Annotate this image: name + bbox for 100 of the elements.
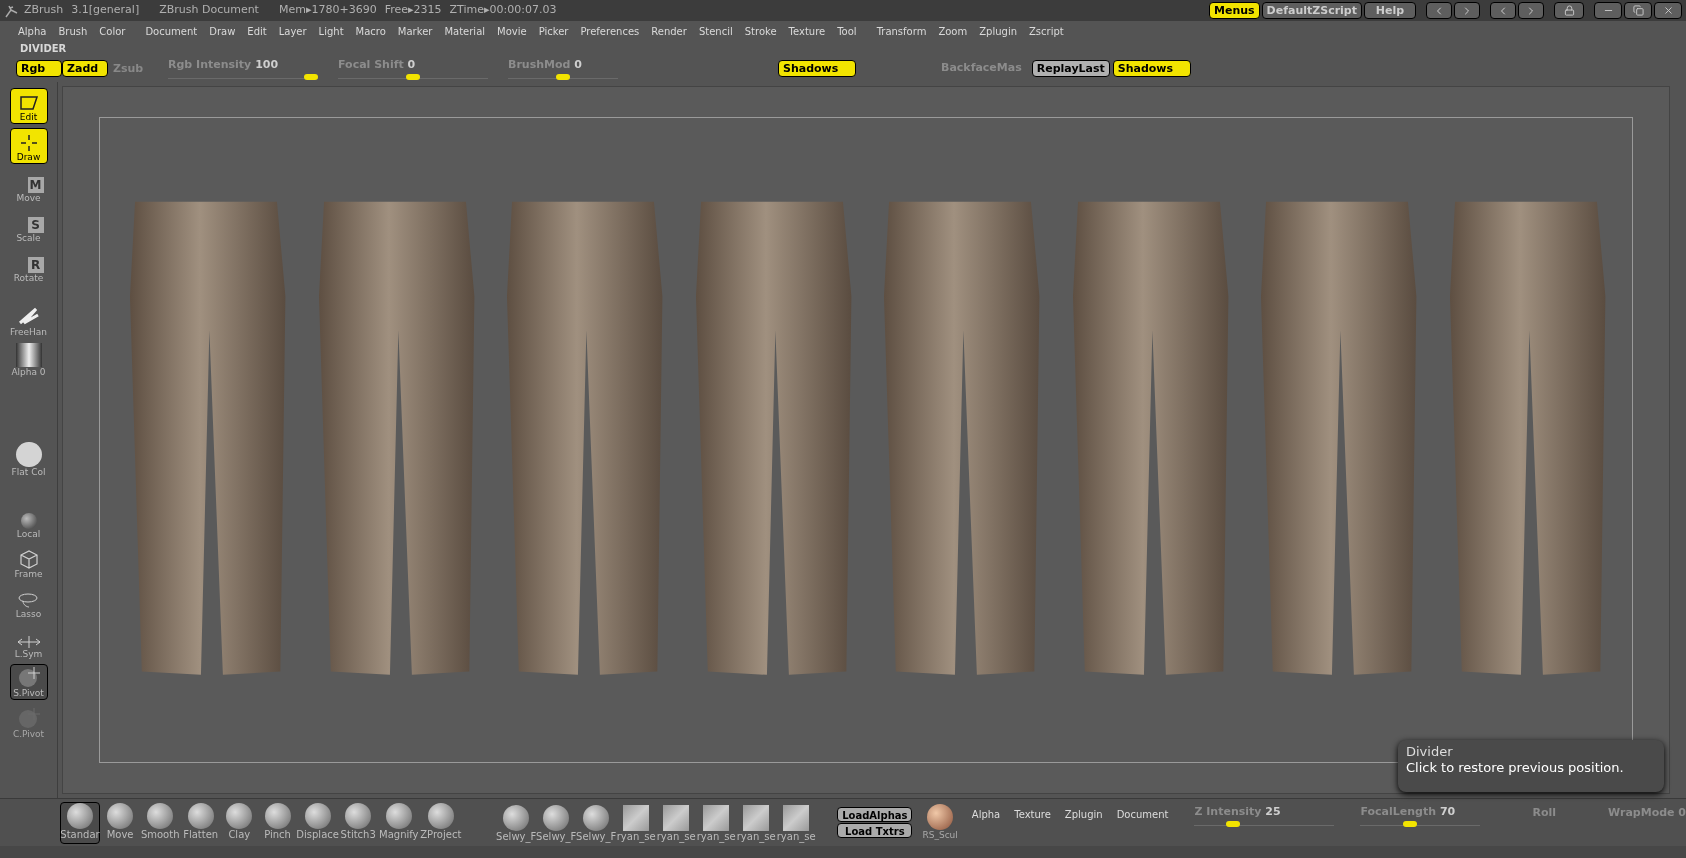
menu-item[interactable]: Render: [651, 23, 687, 39]
alpha-thumbnail[interactable]: ryan_se: [617, 802, 656, 843]
menu-item[interactable]: Preferences: [580, 23, 640, 39]
crosshair-icon: [18, 134, 39, 152]
menu-item[interactable]: Layer: [278, 23, 307, 39]
menu-item[interactable]: Zscript: [1029, 23, 1064, 39]
tray-menu-item[interactable]: Alpha: [971, 807, 1001, 822]
app-name: ZBrush: [24, 2, 64, 19]
brush-thumbnail[interactable]: Displace: [297, 801, 338, 844]
tool-button[interactable]: Lasso: [9, 584, 48, 620]
brush-thumbnail[interactable]: Move: [102, 801, 139, 844]
scroll-right-button[interactable]: [1454, 2, 1480, 19]
alpha-gradient-icon: [15, 343, 42, 367]
divider-label: DIVIDER: [19, 42, 68, 56]
alpha-thumbnail[interactable]: Selwy_F: [497, 802, 536, 843]
slider-track[interactable]: [338, 71, 488, 79]
ztime-text: ZTime▸00:00:07.03: [449, 2, 557, 19]
title-bar-button[interactable]: DefaultZScript: [1261, 2, 1362, 19]
menu-item[interactable]: Stroke: [744, 23, 777, 39]
tool-button[interactable]: M Move: [9, 168, 48, 204]
slider-thumb[interactable]: [406, 73, 420, 80]
toggle-button[interactable]: Zadd: [62, 59, 108, 77]
restore-button[interactable]: [1624, 2, 1652, 19]
brush-thumbnail[interactable]: Magnify: [378, 801, 419, 844]
menu-item[interactable]: Transform: [876, 23, 927, 39]
tray-menu-item[interactable]: Zplugin: [1064, 807, 1103, 822]
tray-menu-item[interactable]: Texture: [1014, 807, 1051, 822]
letter-icon: S: [27, 217, 44, 233]
brush-thumbnail[interactable]: Clay: [221, 801, 258, 844]
tool-button[interactable]: FreeHan: [9, 302, 48, 338]
menu-item[interactable]: Brush: [58, 23, 88, 39]
menu-item[interactable]: Zoom: [938, 23, 968, 39]
tool-button[interactable]: S.Pivot: [9, 664, 48, 700]
lock-icon: [1563, 5, 1575, 16]
menu-item[interactable]: Movie: [497, 23, 527, 39]
shadows-button[interactable]: Shadows: [778, 59, 856, 77]
alpha-thumbnail[interactable]: ryan_se: [777, 802, 816, 843]
brush-thumbnail[interactable]: Smooth: [140, 801, 181, 844]
tool-button[interactable]: Edit: [9, 88, 48, 124]
tool-button[interactable]: Draw: [9, 128, 48, 164]
menu-item[interactable]: Tool: [837, 23, 857, 39]
cube-icon: [17, 549, 40, 569]
brush-thumbnail[interactable]: ZProject: [420, 801, 461, 844]
menu-item[interactable]: Stencil: [698, 23, 733, 39]
alpha-thumbnail[interactable]: ryan_se: [697, 802, 736, 843]
scroll-left-button[interactable]: [1426, 2, 1452, 19]
slider-thumb[interactable]: [1225, 821, 1240, 827]
tool-button[interactable]: Frame: [9, 544, 48, 580]
tool-button[interactable]: Flat Col: [9, 442, 48, 478]
shadows-button[interactable]: Shadows: [1112, 59, 1191, 77]
alpha-thumbnail[interactable]: Selwy_F: [577, 802, 616, 843]
tool-button[interactable]: L.Sym: [9, 624, 48, 660]
title-bar-button[interactable]: Menus: [1208, 2, 1260, 19]
tool-button[interactable]: Local: [9, 504, 48, 540]
brush-thumbnail[interactable]: Stitch3: [339, 801, 377, 844]
menu-item[interactable]: Light: [318, 23, 344, 39]
alpha-thumbnail[interactable]: ryan_se: [737, 802, 776, 843]
letter-icon: M: [27, 177, 44, 193]
slider-label: Rgb Intensity 100: [168, 57, 280, 71]
toggle-button[interactable]: Rgb: [16, 59, 62, 77]
slider-track[interactable]: [1360, 819, 1481, 826]
slider-thumb[interactable]: [1402, 821, 1417, 827]
letter-icon: R: [27, 257, 44, 273]
menu-item[interactable]: Zplugin: [979, 23, 1017, 39]
menu-item[interactable]: Draw: [209, 23, 236, 39]
menu-item[interactable]: Edit: [247, 23, 267, 39]
tool-button[interactable]: R Rotate: [9, 248, 48, 284]
menu-item[interactable]: Picker: [538, 23, 569, 39]
document-title: ZBrush Document: [159, 2, 259, 19]
free-memory-text: Free▸2315: [384, 2, 442, 19]
version-text: 3.1[general]: [71, 2, 140, 19]
toggle-button[interactable]: ReplayLast: [1031, 59, 1110, 77]
menu-item[interactable]: Document: [145, 23, 198, 39]
brush-thumbnail[interactable]: Flatten: [182, 801, 220, 844]
tooltip-text: Click to restore previous position.: [1406, 760, 1625, 776]
close-button[interactable]: [1654, 2, 1682, 19]
slider-track[interactable]: [1194, 819, 1335, 826]
menu-item[interactable]: Marker: [397, 23, 433, 39]
slider-thumb[interactable]: [556, 73, 570, 80]
lock-button[interactable]: [1554, 2, 1584, 19]
title-bar-button[interactable]: Help: [1364, 2, 1416, 19]
menu-item[interactable]: Alpha: [18, 23, 47, 39]
tool-button[interactable]: Alpha 0: [9, 342, 48, 378]
scroll-left-button[interactable]: [1490, 2, 1516, 19]
tray-menu-item[interactable]: Document: [1116, 807, 1169, 822]
slider-thumb[interactable]: [304, 73, 318, 80]
load-button[interactable]: LoadAlphas: [837, 807, 913, 822]
tool-button[interactable]: S Scale: [9, 208, 48, 244]
brush-thumbnail[interactable]: Pinch: [259, 801, 296, 844]
menu-item[interactable]: Macro: [355, 23, 386, 39]
alpha-thumbnail[interactable]: Selwy_F: [537, 802, 576, 843]
alpha-thumbnail[interactable]: ryan_se: [657, 802, 696, 843]
load-button[interactable]: Load Txtrs: [837, 823, 913, 838]
slider-label: Focal Shift 0: [338, 57, 417, 71]
menu-item[interactable]: Texture: [788, 23, 826, 39]
slider-track[interactable]: [508, 71, 618, 79]
scroll-right-button[interactable]: [1518, 2, 1544, 19]
slider-track[interactable]: [168, 71, 318, 79]
menu-item[interactable]: Material: [444, 23, 486, 39]
menu-item[interactable]: Color: [99, 23, 126, 39]
